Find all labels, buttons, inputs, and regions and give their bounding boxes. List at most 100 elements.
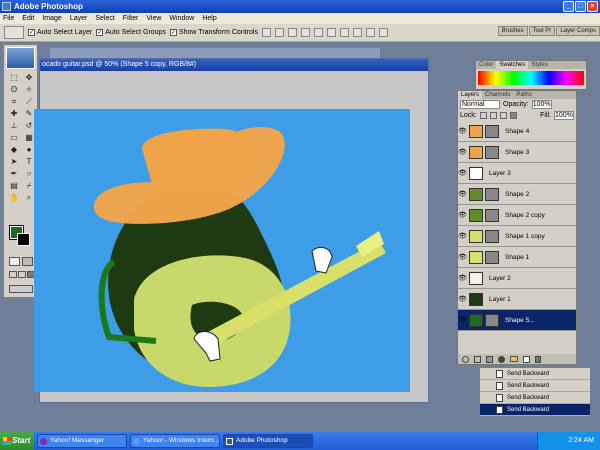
tab-paths[interactable]: Paths bbox=[513, 91, 534, 99]
stamp-tool-icon[interactable]: ⊥ bbox=[7, 120, 21, 131]
distribute-left-icon[interactable] bbox=[378, 28, 388, 37]
marquee-tool-icon[interactable]: ⬚ bbox=[7, 72, 21, 83]
magic-wand-icon[interactable]: ✧ bbox=[22, 84, 36, 95]
lock-transparent-icon[interactable] bbox=[479, 112, 487, 119]
jump-to-imageready-icon[interactable] bbox=[9, 285, 33, 293]
layer-row[interactable]: 👁 Layer 3 bbox=[458, 163, 576, 184]
fill-input[interactable]: 100% bbox=[554, 111, 574, 120]
show-transform-checkbox[interactable]: ✓ Show Transform Controls bbox=[169, 29, 258, 36]
lock-position-icon[interactable] bbox=[499, 112, 507, 119]
task-yahoo-messenger[interactable]: Yahoo! Messenger bbox=[37, 434, 127, 448]
eye-icon[interactable]: 👁 bbox=[458, 148, 467, 156]
eye-icon[interactable]: 👁 bbox=[458, 253, 467, 261]
swatch-strip[interactable] bbox=[478, 71, 584, 85]
layer-row[interactable]: 👁 Layer 1 bbox=[458, 289, 576, 310]
layer-row[interactable]: 👁 Shape 2 bbox=[458, 184, 576, 205]
start-button[interactable]: Start bbox=[0, 432, 34, 450]
layer-row[interactable]: 👁 Shape 1 bbox=[458, 247, 576, 268]
lock-image-icon[interactable] bbox=[489, 112, 497, 119]
menu-select[interactable]: Select bbox=[95, 13, 114, 24]
blend-mode-select[interactable]: Normal bbox=[460, 100, 500, 109]
history-state[interactable]: Send Backward bbox=[480, 368, 590, 380]
pen-tool-icon[interactable]: ✒ bbox=[7, 168, 21, 179]
close-button[interactable]: × bbox=[587, 1, 598, 12]
healing-brush-icon[interactable]: ✚ bbox=[7, 108, 21, 119]
move-tool-icon[interactable]: ✥ bbox=[22, 72, 36, 83]
menu-image[interactable]: Image bbox=[42, 13, 61, 24]
link-layers-icon[interactable] bbox=[462, 355, 469, 363]
move-tool-preset[interactable] bbox=[4, 26, 24, 39]
eraser-tool-icon[interactable]: ▭ bbox=[7, 132, 21, 143]
crop-tool-icon[interactable]: ⌗ bbox=[7, 96, 21, 107]
align-right-icon[interactable] bbox=[326, 28, 336, 37]
lasso-tool-icon[interactable]: ʘ bbox=[7, 84, 21, 95]
background-color-swatch[interactable] bbox=[17, 233, 30, 246]
opacity-input[interactable]: 100% bbox=[531, 100, 552, 109]
well-tool-presets[interactable]: Tool Pr bbox=[528, 26, 556, 36]
align-middle-icon[interactable] bbox=[274, 28, 284, 37]
canvas[interactable] bbox=[34, 109, 410, 392]
new-group-icon[interactable] bbox=[510, 356, 518, 362]
eye-icon[interactable]: 👁 bbox=[458, 190, 467, 198]
align-bottom-icon[interactable] bbox=[287, 28, 297, 37]
notes-tool-icon[interactable]: ▤ bbox=[7, 180, 21, 191]
layer-row[interactable]: 👁 Layer 2 bbox=[458, 268, 576, 289]
well-layer-comps[interactable]: Layer Comps bbox=[556, 26, 600, 36]
tab-styles[interactable]: Styles bbox=[528, 61, 550, 69]
align-center-icon[interactable] bbox=[313, 28, 323, 37]
task-photoshop[interactable]: Adobe Photoshop bbox=[223, 434, 313, 448]
menu-edit[interactable]: Edit bbox=[22, 13, 34, 24]
layer-row[interactable]: 👁 Shape 3 bbox=[458, 142, 576, 163]
menu-layer[interactable]: Layer bbox=[70, 13, 88, 24]
eye-icon[interactable]: 👁 bbox=[458, 232, 467, 240]
eye-icon[interactable]: 👁 bbox=[458, 295, 467, 303]
lock-all-icon[interactable] bbox=[509, 112, 517, 119]
layer-row[interactable]: 👁 Shape 5... bbox=[458, 310, 576, 331]
well-brushes[interactable]: Brushes bbox=[497, 26, 528, 36]
eye-icon[interactable]: 👁 bbox=[458, 169, 467, 177]
tab-layers[interactable]: Layers bbox=[458, 91, 483, 99]
history-state[interactable]: Send Backward bbox=[480, 380, 590, 392]
distribute-middle-icon[interactable] bbox=[352, 28, 362, 37]
menu-window[interactable]: Window bbox=[169, 13, 194, 24]
screen-mode-2-icon[interactable] bbox=[18, 271, 26, 278]
auto-select-groups-checkbox[interactable]: ✓ Auto Select Groups bbox=[96, 29, 166, 36]
standard-mode-icon[interactable] bbox=[9, 257, 20, 266]
history-state[interactable]: Send Backward bbox=[480, 404, 590, 416]
blur-tool-icon[interactable]: ◆ bbox=[7, 144, 21, 155]
screen-mode-1-icon[interactable] bbox=[9, 271, 17, 278]
eye-icon[interactable]: 👁 bbox=[458, 127, 467, 135]
layer-mask-icon[interactable] bbox=[486, 355, 493, 363]
maximize-button[interactable]: □ bbox=[575, 1, 586, 12]
tab-color[interactable]: Color bbox=[476, 61, 496, 69]
new-layer-icon[interactable] bbox=[523, 355, 530, 363]
tab-channels[interactable]: Channels bbox=[482, 91, 513, 99]
adjustment-layer-icon[interactable] bbox=[498, 355, 505, 363]
minimize-button[interactable]: _ bbox=[563, 1, 574, 12]
menu-file[interactable]: File bbox=[3, 13, 14, 24]
path-select-icon[interactable]: ➤ bbox=[7, 156, 21, 167]
history-state[interactable]: Send Backward bbox=[480, 392, 590, 404]
menu-help[interactable]: Help bbox=[202, 13, 216, 24]
distribute-top-icon[interactable] bbox=[339, 28, 349, 37]
background-document-window[interactable] bbox=[50, 48, 380, 58]
layer-row[interactable]: 👁 Shape 1 copy bbox=[458, 226, 576, 247]
task-internet-explorer[interactable]: Yahoo! - Windows Intern... bbox=[130, 434, 220, 448]
slice-tool-icon[interactable]: ⟋ bbox=[22, 96, 36, 107]
layer-row[interactable]: 👁 Shape 4 bbox=[458, 121, 576, 142]
align-left-icon[interactable] bbox=[300, 28, 310, 37]
trash-icon[interactable] bbox=[535, 355, 541, 363]
align-top-icon[interactable] bbox=[261, 28, 271, 37]
hand-tool-icon[interactable]: ✋ bbox=[7, 192, 21, 203]
eye-icon[interactable]: 👁 bbox=[458, 274, 467, 282]
eye-icon[interactable]: 👁 bbox=[458, 211, 467, 219]
quick-mask-icon[interactable] bbox=[22, 257, 33, 266]
tab-swatches[interactable]: Swatches bbox=[496, 61, 529, 69]
layer-style-icon[interactable] bbox=[474, 355, 481, 363]
layer-row[interactable]: 👁 Shape 2 copy bbox=[458, 205, 576, 226]
eye-icon[interactable]: 👁 bbox=[458, 316, 467, 324]
document-title[interactable]: ocado guitar.psd @ 50% (Shape 5 copy, RG… bbox=[40, 59, 428, 71]
menu-filter[interactable]: Filter bbox=[123, 13, 139, 24]
distribute-bottom-icon[interactable] bbox=[365, 28, 375, 37]
auto-select-layer-checkbox[interactable]: ✓ Auto Select Layer bbox=[28, 29, 92, 36]
